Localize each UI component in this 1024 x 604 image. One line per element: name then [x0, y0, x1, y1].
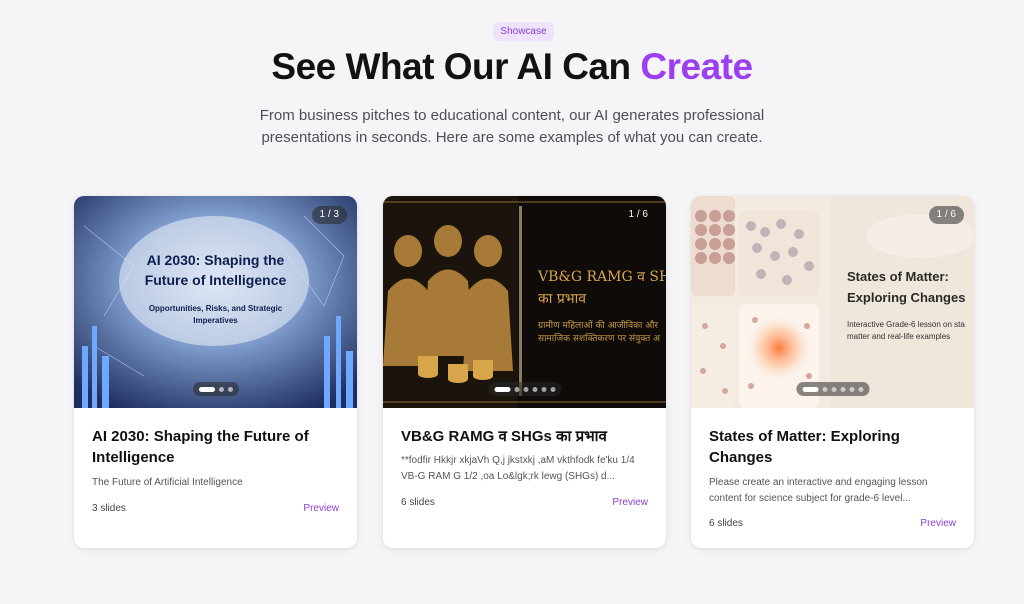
carousel-dot[interactable]	[840, 386, 845, 392]
carousel-dot[interactable]	[831, 386, 836, 392]
carousel-dot[interactable]	[198, 386, 215, 392]
carousel-dot[interactable]	[822, 386, 827, 392]
carousel-dot[interactable]	[858, 386, 863, 392]
slide-counter: 1 / 6	[928, 206, 964, 224]
card-description: The Future of Artificial Intelligence	[92, 477, 243, 488]
slide-title-line-1: States of Matter:	[847, 269, 949, 284]
carousel-dots[interactable]	[488, 382, 561, 396]
carousel-dot[interactable]	[849, 386, 854, 392]
carousel-dot[interactable]	[227, 386, 233, 392]
slide-title-line-2: Exploring Changes	[847, 290, 966, 305]
slide-subtitle-line-1: Interactive Grade-6 lesson on sta	[847, 320, 965, 329]
slide-subtitle-line-2: Imperatives	[193, 316, 238, 325]
card-description: **fodfir Hkkjr xkjaVh Q,j jkstxkj ,aM vk…	[401, 455, 635, 482]
card-description: Please create an interactive and engagin…	[709, 477, 928, 504]
title-accent: Create	[640, 46, 753, 87]
slide-count: 6 slides	[709, 518, 743, 529]
carousel-dot[interactable]	[494, 386, 510, 392]
carousel-dot[interactable]	[218, 386, 224, 392]
slide-counter: 1 / 3	[311, 206, 347, 224]
ai-brain-background-image	[74, 196, 357, 408]
slide-thumbnail[interactable]: VB&G RAMG व SH का प्रभाव ग्रामीण महिलाओं…	[383, 196, 666, 408]
carousel-dot[interactable]	[532, 386, 537, 392]
slide-subtitle-line-1: ग्रामीण महिलाओं की आजीविका और	[538, 321, 659, 331]
slide-title-line-1: VB&G RAMG व SH	[538, 269, 666, 285]
title-main: See What Our AI Can	[271, 46, 641, 87]
slide-thumbnail[interactable]: States of Matter: Exploring Changes Inte…	[691, 196, 974, 408]
preview-link[interactable]: Preview	[920, 518, 956, 529]
page-subtitle: From business pitches to educational con…	[212, 105, 812, 149]
slide-thumbnail[interactable]: AI 2030: Shaping the Future of Intellige…	[74, 196, 357, 408]
slide-title-line-2: Future of Intelligence	[144, 272, 287, 288]
showcase-card-vbg-ramg[interactable]: VB&G RAMG व SH का प्रभाव ग्रामीण महिलाओं…	[383, 196, 666, 548]
slide-subtitle-line-2: सामाजिक सशक्तिकरण पर संयुक्त अ	[538, 334, 661, 344]
preview-link[interactable]: Preview	[303, 503, 339, 514]
slide-counter: 1 / 6	[628, 209, 648, 220]
carousel-dot[interactable]	[541, 386, 546, 392]
carousel-dot[interactable]	[550, 386, 555, 392]
carousel-dot[interactable]	[802, 386, 818, 392]
carousel-dot[interactable]	[523, 386, 528, 392]
slide-title-line-2: का प्रभाव	[538, 291, 587, 307]
card-title[interactable]: VB&G RAMG व SHGs का प्रभाव	[401, 426, 651, 447]
carousel-dots[interactable]	[192, 382, 239, 396]
carousel-dots[interactable]	[796, 382, 869, 396]
page-title: See What Our AI Can Create	[0, 46, 1024, 88]
card-title[interactable]: States of Matter: Exploring Changes	[709, 426, 959, 468]
subtitle-line-1: From business pitches to educational con…	[259, 107, 765, 124]
slide-title-line-1: AI 2030: Shaping the	[146, 252, 285, 268]
slide-subtitle-line-1: Opportunities, Risks, and Strategic	[148, 304, 283, 313]
slide-count: 6 slides	[401, 497, 435, 508]
showcase-badge: Showcase	[493, 22, 554, 41]
card-title[interactable]: AI 2030: Shaping the Future of Intellige…	[92, 426, 342, 468]
showcase-card-states-of-matter[interactable]: States of Matter: Exploring Changes Inte…	[691, 196, 974, 548]
carousel-dot[interactable]	[514, 386, 519, 392]
subtitle-line-2: presentations in seconds. Here are some …	[261, 129, 763, 146]
showcase-card-ai-2030[interactable]: AI 2030: Shaping the Future of Intellige…	[74, 196, 357, 548]
slide-count: 3 slides	[92, 503, 126, 514]
preview-link[interactable]: Preview	[612, 497, 648, 508]
slide-subtitle-line-2: matter and real-life examples	[847, 332, 951, 341]
